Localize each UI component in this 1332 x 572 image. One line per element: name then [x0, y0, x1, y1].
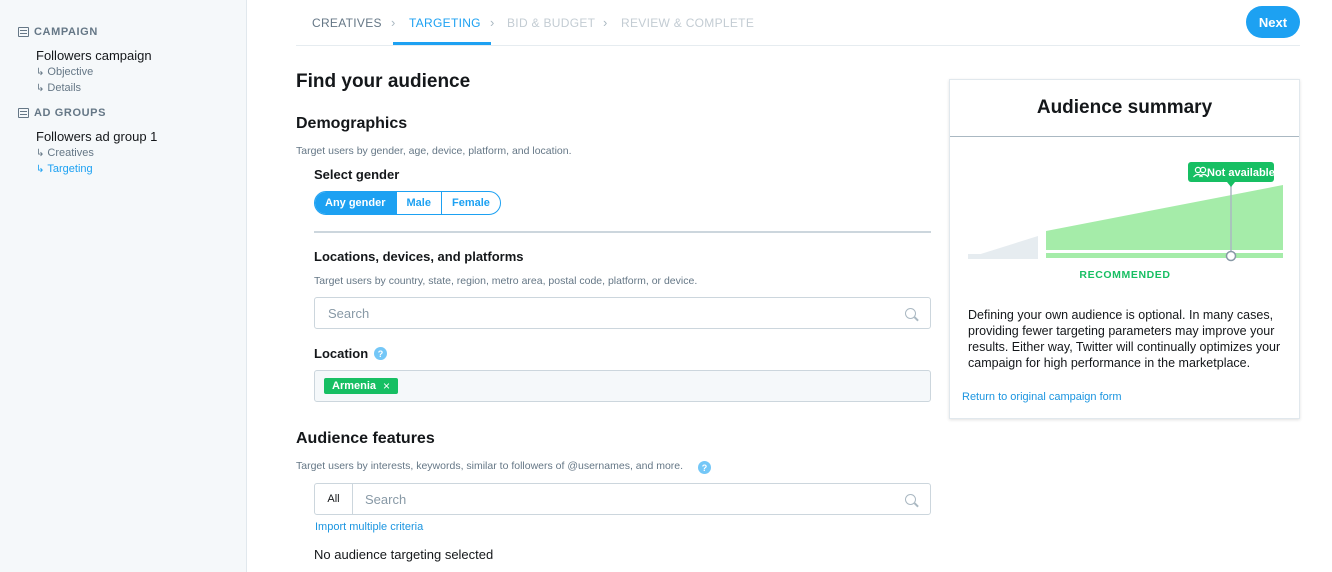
- audience-summary-title: Audience summary: [950, 80, 1299, 137]
- section-divider: [314, 231, 931, 233]
- sidebar-item-details[interactable]: ↳ Details: [36, 82, 81, 94]
- location-input[interactable]: Armenia ×: [314, 370, 931, 402]
- sidebar-adgroup-name[interactable]: Followers ad group 1: [36, 129, 157, 144]
- search-placeholder: Search: [328, 305, 370, 321]
- search-placeholder: Search: [365, 491, 407, 507]
- campaign-list-icon: [18, 27, 29, 37]
- search-icon: [905, 307, 916, 319]
- chevron-right-icon: ›: [603, 15, 608, 30]
- locations-description: Target users by country, state, region, …: [314, 275, 698, 287]
- gender-option-male[interactable]: Male: [395, 192, 441, 214]
- sidebar-item-objective[interactable]: ↳ Objective: [36, 66, 93, 78]
- adgroup-list-icon: [18, 108, 29, 118]
- sidebar-item-targeting[interactable]: ↳ Targeting: [36, 163, 93, 175]
- sub-arrow-icon: ↳: [36, 82, 45, 94]
- chevron-right-icon: ›: [391, 15, 396, 30]
- meter-recommended-segment: [1046, 185, 1283, 250]
- gender-option-female[interactable]: Female: [440, 192, 500, 214]
- step-creatives[interactable]: CREATIVES: [312, 16, 382, 30]
- campaign-section-header: CAMPAIGN: [18, 26, 98, 38]
- locations-heading: Locations, devices, and platforms: [314, 249, 524, 264]
- close-icon[interactable]: ×: [383, 379, 390, 393]
- step-bid-budget[interactable]: BID & BUDGET: [507, 16, 595, 30]
- return-to-campaign-form-link[interactable]: Return to original campaign form: [962, 391, 1122, 403]
- audience-summary-text: Defining your own audience is optional. …: [968, 308, 1281, 370]
- search-icon: [905, 493, 916, 505]
- sub-arrow-icon: ↳: [36, 66, 45, 78]
- meter-recommended-baseline: [1046, 253, 1283, 258]
- audience-features-heading: Audience features: [296, 430, 435, 447]
- sidebar: CAMPAIGN Followers campaign ↳ Objective …: [0, 0, 247, 572]
- audience-search-input[interactable]: All Search: [314, 483, 931, 515]
- meter-indicator-handle: [1225, 250, 1237, 262]
- sidebar-campaign-name[interactable]: Followers campaign: [36, 48, 152, 63]
- steps-bar: CREATIVES › TARGETING › BID & BUDGET › R…: [296, 0, 1300, 46]
- import-multiple-criteria-link[interactable]: Import multiple criteria: [315, 521, 423, 533]
- gender-selector: Any gender Male Female: [314, 191, 501, 215]
- next-button[interactable]: Next: [1246, 6, 1300, 38]
- help-icon[interactable]: ?: [698, 461, 711, 474]
- filter-all-dropdown[interactable]: All: [315, 484, 353, 514]
- locations-search-input[interactable]: Search: [314, 297, 931, 329]
- help-icon[interactable]: ?: [374, 347, 387, 360]
- active-step-indicator: [393, 42, 491, 45]
- demographics-description: Target users by gender, age, device, pla…: [296, 145, 572, 157]
- sidebar-item-creatives[interactable]: ↳ Creatives: [36, 147, 94, 159]
- gender-label: Select gender: [314, 167, 400, 182]
- no-targeting-text: No audience targeting selected: [314, 547, 494, 562]
- gender-option-any[interactable]: Any gender: [315, 192, 396, 214]
- recommended-label: RECOMMENDED: [1079, 269, 1170, 281]
- step-review-complete[interactable]: REVIEW & COMPLETE: [621, 16, 754, 30]
- meter-narrow-baseline: [968, 254, 1038, 259]
- sub-arrow-icon: ↳: [36, 163, 45, 175]
- chevron-right-icon: ›: [490, 15, 495, 30]
- sub-arrow-icon: ↳: [36, 147, 45, 159]
- audience-features-description: Target users by interests, keywords, sim…: [296, 460, 684, 472]
- audience-size-meter: Not available RECOMMENDED: [968, 162, 1283, 281]
- step-targeting[interactable]: TARGETING: [409, 16, 481, 30]
- adgroups-section-header: AD GROUPS: [18, 107, 106, 119]
- location-chip: Armenia ×: [324, 378, 399, 394]
- not-available-badge-label: Not available: [1207, 167, 1275, 179]
- audience-summary-card: Audience summary Not available RECOMMEND…: [949, 79, 1300, 419]
- location-label: Location: [314, 346, 369, 361]
- not-available-badge-pointer: [1227, 182, 1235, 187]
- page-title: Find your audience: [296, 71, 471, 92]
- location-chip-label: Armenia: [332, 380, 377, 392]
- demographics-heading: Demographics: [296, 115, 408, 132]
